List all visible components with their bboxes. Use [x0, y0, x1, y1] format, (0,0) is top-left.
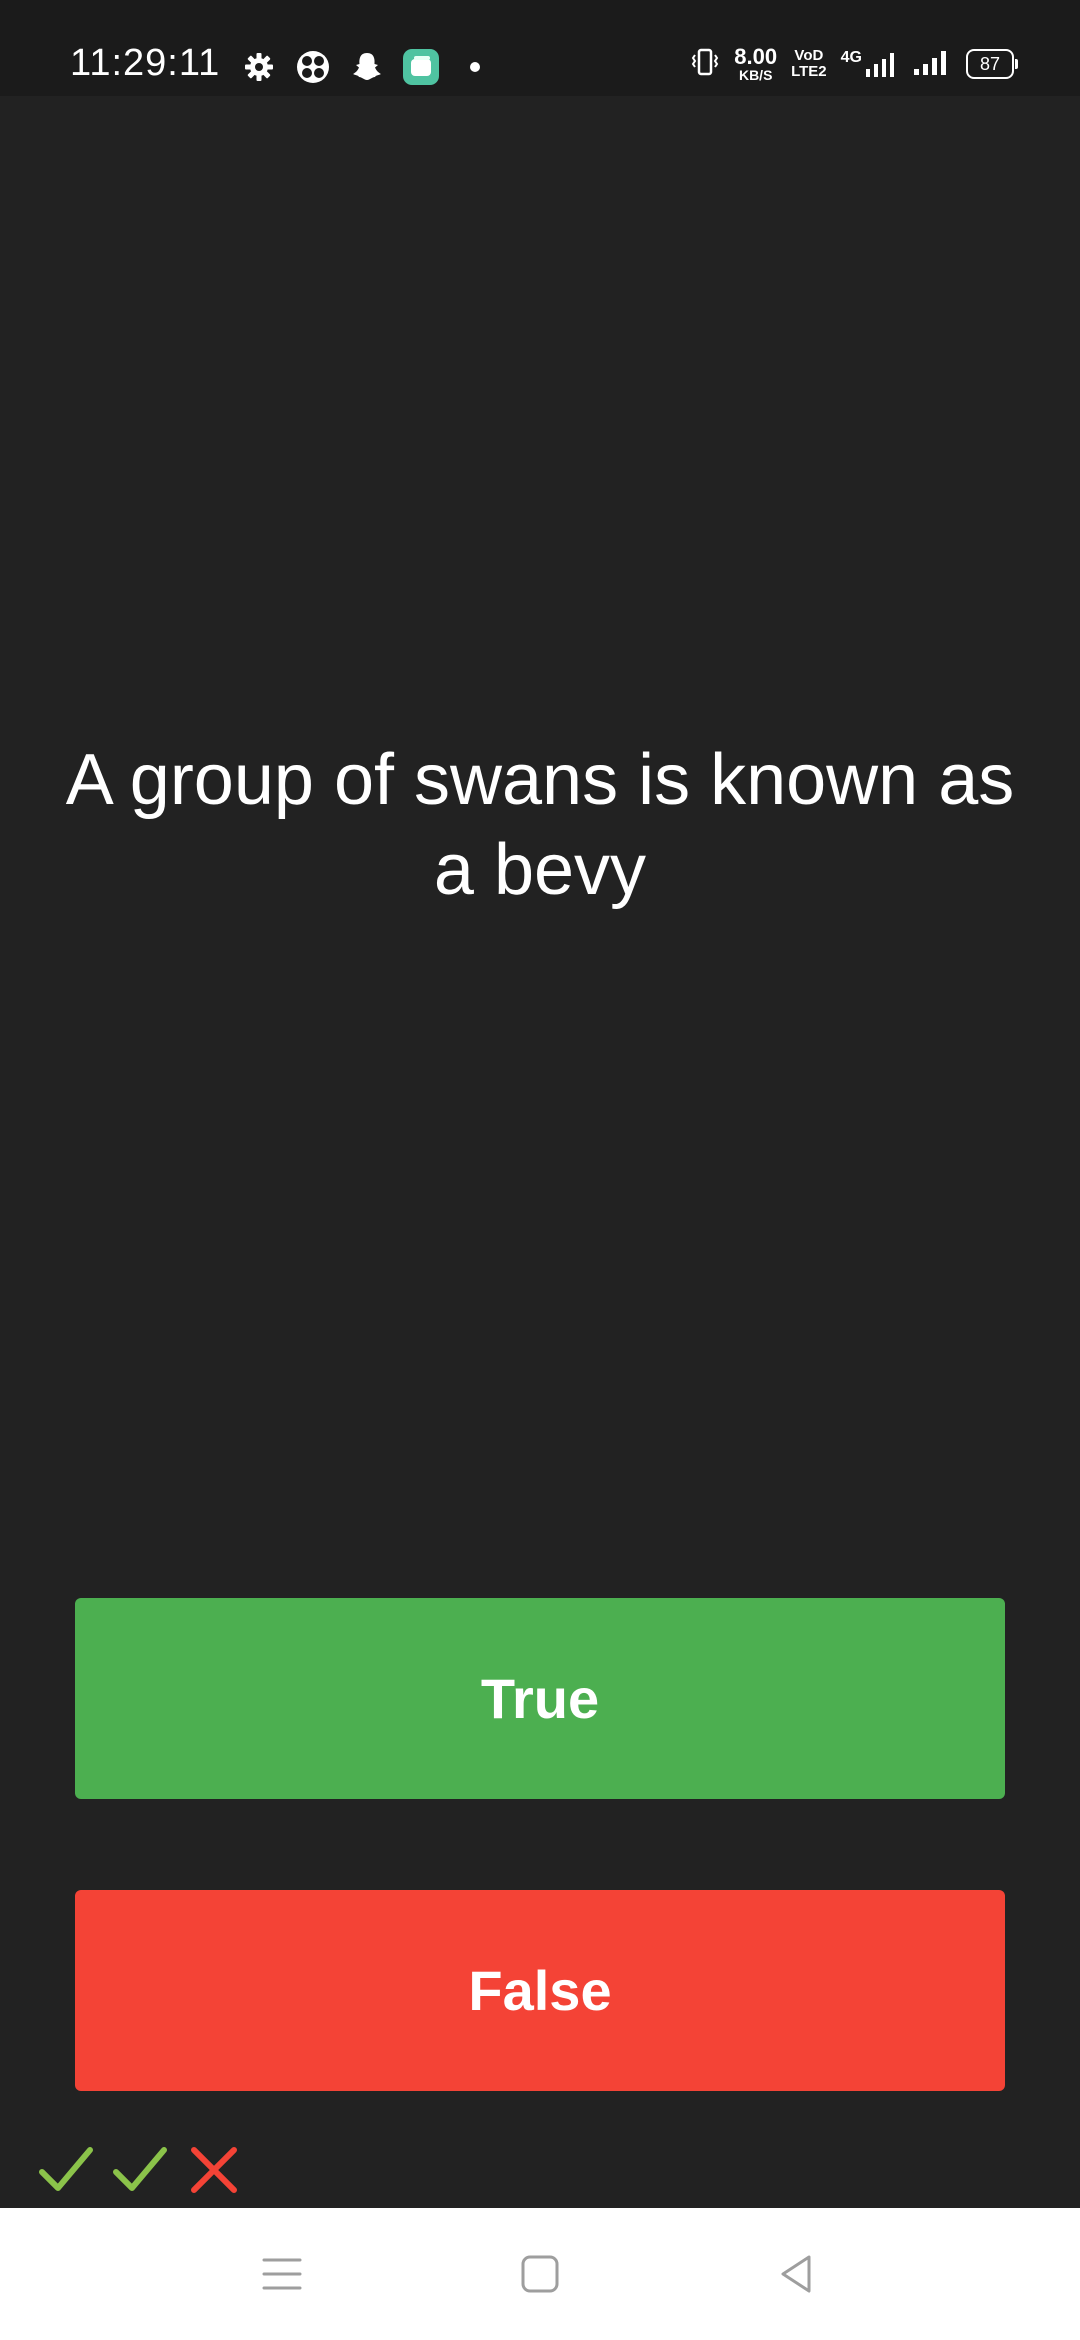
correct-check-icon — [110, 2140, 170, 2200]
back-icon[interactable] — [766, 2244, 826, 2304]
volte-bottom: LTE2 — [791, 63, 827, 80]
battery-level: 87 — [979, 53, 1001, 74]
battery-icon: 87 — [966, 49, 1018, 79]
notification-icons — [240, 48, 494, 86]
home-icon[interactable] — [510, 2244, 570, 2304]
dot-icon — [456, 48, 494, 86]
network-speed-unit: KB/S — [738, 67, 773, 83]
false-button[interactable]: False — [75, 1890, 1005, 2091]
vibrate-icon — [690, 47, 720, 82]
app-notification-icon — [402, 48, 440, 86]
status-indicators: 8.00 KB/S VoD LTE2 4G 87 — [690, 44, 1018, 83]
incorrect-x-icon — [184, 2140, 244, 2200]
question-text: A group of swans is known as a bevy — [65, 740, 1015, 910]
signal-icon — [912, 47, 952, 82]
status-time: 11:29:11 — [70, 42, 221, 84]
correct-check-icon — [36, 2140, 96, 2200]
fan-app-icon — [294, 48, 332, 86]
volte-top: VoD — [794, 47, 824, 65]
score-tracker — [36, 2140, 244, 2200]
status-bar: 11:29:11 8.00 KB/S VoD LTE2 4G 87 — [0, 0, 1080, 96]
network-speed: 8.00 KB/S — [734, 44, 778, 83]
quiz-screen: 11:29:11 8.00 KB/S VoD LTE2 4G 87 A grou… — [0, 0, 1080, 2340]
network-speed-value: 8.00 — [734, 44, 778, 69]
settings-icon — [240, 48, 278, 86]
snapchat-icon — [348, 48, 386, 86]
menu-icon[interactable] — [252, 2244, 312, 2304]
true-button[interactable]: True — [75, 1598, 1005, 1799]
network-type: 4G — [840, 49, 862, 66]
signal-4g-icon: 4G — [841, 49, 898, 79]
navigation-bar — [0, 2208, 1080, 2340]
volte-indicator: VoD LTE2 — [791, 48, 827, 80]
